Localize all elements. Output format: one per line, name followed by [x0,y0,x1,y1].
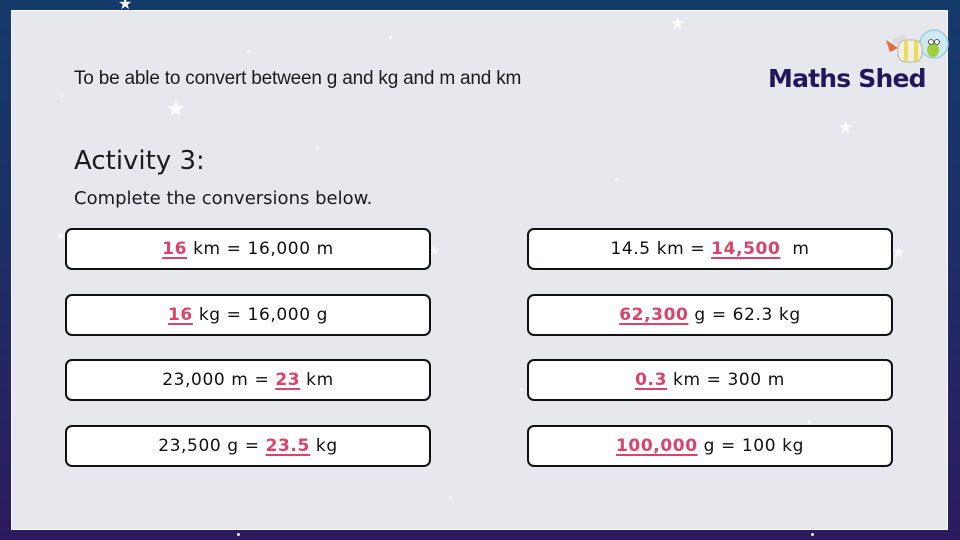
conversion-text: kg [309,436,338,456]
answer: 23 [275,370,301,390]
star-icon: ★ [670,14,686,34]
star-dot [808,421,811,424]
conversion-text: kg = 16,000 g [192,305,329,325]
answer: 16 [167,305,193,325]
conversion-text: km [300,370,334,390]
answer: 16 [162,239,188,259]
conversion-box: 62,300 g = 62.3 kg [527,294,893,336]
star-dot [615,178,618,181]
star-icon: ★ [166,97,186,122]
star-dot [389,36,392,39]
star-icon: ★ [891,243,907,263]
conversion-box: 100,000 g = 100 kg [527,425,893,467]
answer: 0.3 [635,370,668,390]
conversion-text: km = 16,000 m [187,239,334,259]
conversion-text: 14.5 km = [610,239,712,259]
conversion-text: m [780,239,810,259]
logo-text: Maths Shed [768,64,927,93]
conversion-text: g = 100 kg [697,436,804,456]
activity-title: Activity 3: [74,146,205,176]
star-dot [811,533,814,536]
activity-instruction: Complete the conversions below. [74,188,373,209]
answer: 100,000 [616,436,698,456]
star-icon: ★ [838,118,854,138]
answer: 62,300 [619,305,689,325]
conversion-text: 23,000 m = [162,370,276,390]
conversion-box: 16 km = 16,000 m [65,228,431,270]
conversion-box: 16 kg = 16,000 g [65,294,431,336]
conversion-box: 14.5 km = 14,500 m [527,228,893,270]
star-dot [237,533,240,536]
conversion-text: km = 300 m [667,370,785,390]
star-icon: ★ [118,0,133,13]
answer: 23.5 [265,436,310,456]
conversion-text: 23,500 g = [158,436,266,456]
conversion-box: 23,500 g = 23.5 kg [65,425,431,467]
maths-shed-logo: Maths Shed [768,28,949,98]
star-dot [316,146,319,149]
conversion-box: 23,000 m = 23 km [65,359,431,401]
conversion-box: 0.3 km = 300 m [527,359,893,401]
star-dot [449,496,452,499]
answer: 14,500 [711,239,781,259]
star-dot [247,50,250,53]
conversion-text: g = 62.3 kg [688,305,801,325]
learning-objective: To be able to convert between g and kg a… [74,68,522,89]
star-dot [520,388,523,391]
star-dot [60,94,63,97]
